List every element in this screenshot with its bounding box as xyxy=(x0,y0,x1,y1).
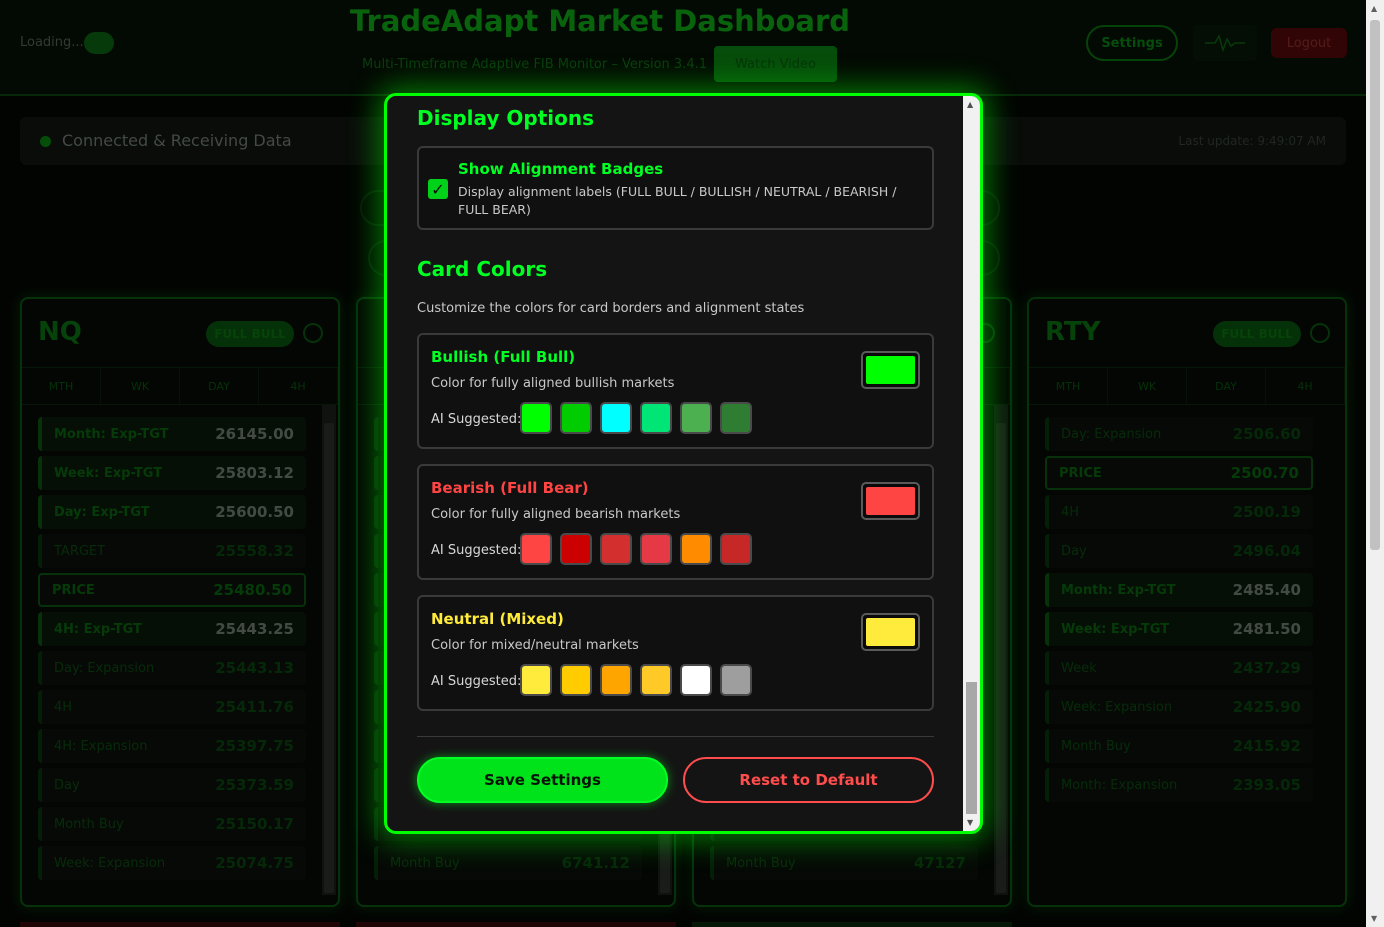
card-colors-title: Card Colors xyxy=(417,257,548,281)
page-scroll-thumb[interactable] xyxy=(1370,20,1380,550)
scroll-up-icon[interactable]: ▲ xyxy=(967,100,973,109)
suggested-color-swatch[interactable] xyxy=(600,533,632,565)
suggested-color-swatch[interactable] xyxy=(720,402,752,434)
color-picker[interactable] xyxy=(861,482,920,520)
suggested-color-swatch[interactable] xyxy=(680,402,712,434)
current-color-swatch xyxy=(866,487,915,515)
show-alignment-badges-option[interactable]: ✓ Show Alignment Badges Display alignmen… xyxy=(417,146,934,230)
modal-scrollbar[interactable]: ▲ ▼ xyxy=(963,96,980,831)
page-scrollbar[interactable]: ▲ ▼ xyxy=(1366,0,1384,927)
color-group: Neutral (Mixed) Color for mixed/neutral m… xyxy=(417,595,934,711)
suggested-color-swatch[interactable] xyxy=(560,664,592,696)
color-group: Bearish (Full Bear) Color for fully align… xyxy=(417,464,934,580)
color-picker[interactable] xyxy=(861,613,920,651)
suggested-color-swatch[interactable] xyxy=(640,402,672,434)
suggested-color-swatch[interactable] xyxy=(680,664,712,696)
color-group-title: Bullish (Full Bull) xyxy=(431,348,576,366)
check-icon: ✓ xyxy=(431,179,445,199)
card-colors-description: Customize the colors for card borders an… xyxy=(417,301,805,316)
suggested-color-swatch[interactable] xyxy=(640,664,672,696)
suggested-color-swatch[interactable] xyxy=(720,664,752,696)
reset-to-default-button[interactable]: Reset to Default xyxy=(683,757,934,803)
color-group-description: Color for fully aligned bearish markets xyxy=(431,507,681,522)
color-group-description: Color for mixed/neutral markets xyxy=(431,638,639,653)
ai-suggested-label: AI Suggested: xyxy=(431,543,522,558)
suggested-color-swatch[interactable] xyxy=(560,402,592,434)
suggested-color-swatch[interactable] xyxy=(640,533,672,565)
suggested-color-swatch[interactable] xyxy=(600,664,632,696)
suggested-color-swatch[interactable] xyxy=(560,533,592,565)
suggested-color-swatch[interactable] xyxy=(720,533,752,565)
save-settings-button[interactable]: Save Settings xyxy=(417,757,668,803)
suggested-swatches xyxy=(520,533,760,565)
color-group: Bullish (Full Bull) Color for fully align… xyxy=(417,333,934,449)
show-badges-checkbox[interactable]: ✓ xyxy=(428,179,448,199)
current-color-swatch xyxy=(866,618,915,646)
suggested-color-swatch[interactable] xyxy=(520,533,552,565)
suggested-color-swatch[interactable] xyxy=(600,402,632,434)
scroll-up-icon[interactable]: ▲ xyxy=(1371,4,1377,13)
modal-scroll-thumb[interactable] xyxy=(966,682,977,814)
current-color-swatch xyxy=(866,356,915,384)
suggested-swatches xyxy=(520,402,760,434)
color-group-title: Bearish (Full Bear) xyxy=(431,479,589,497)
color-group-description: Color for fully aligned bullish markets xyxy=(431,376,675,391)
suggested-color-swatch[interactable] xyxy=(520,402,552,434)
suggested-color-swatch[interactable] xyxy=(680,533,712,565)
scroll-down-icon[interactable]: ▼ xyxy=(967,818,973,827)
show-badges-label: Show Alignment Badges xyxy=(458,160,664,178)
color-picker[interactable] xyxy=(861,351,920,389)
settings-modal: Display Options ✓ Show Alignment Badges … xyxy=(384,93,983,834)
scroll-down-icon[interactable]: ▼ xyxy=(1371,914,1377,923)
show-badges-description: Display alignment labels (FULL BULL / BU… xyxy=(458,184,897,217)
ai-suggested-label: AI Suggested: xyxy=(431,412,522,427)
divider xyxy=(417,736,934,737)
color-group-title: Neutral (Mixed) xyxy=(431,610,564,628)
ai-suggested-label: AI Suggested: xyxy=(431,674,522,689)
suggested-color-swatch[interactable] xyxy=(520,664,552,696)
display-options-title: Display Options xyxy=(417,106,595,130)
suggested-swatches xyxy=(520,664,760,696)
